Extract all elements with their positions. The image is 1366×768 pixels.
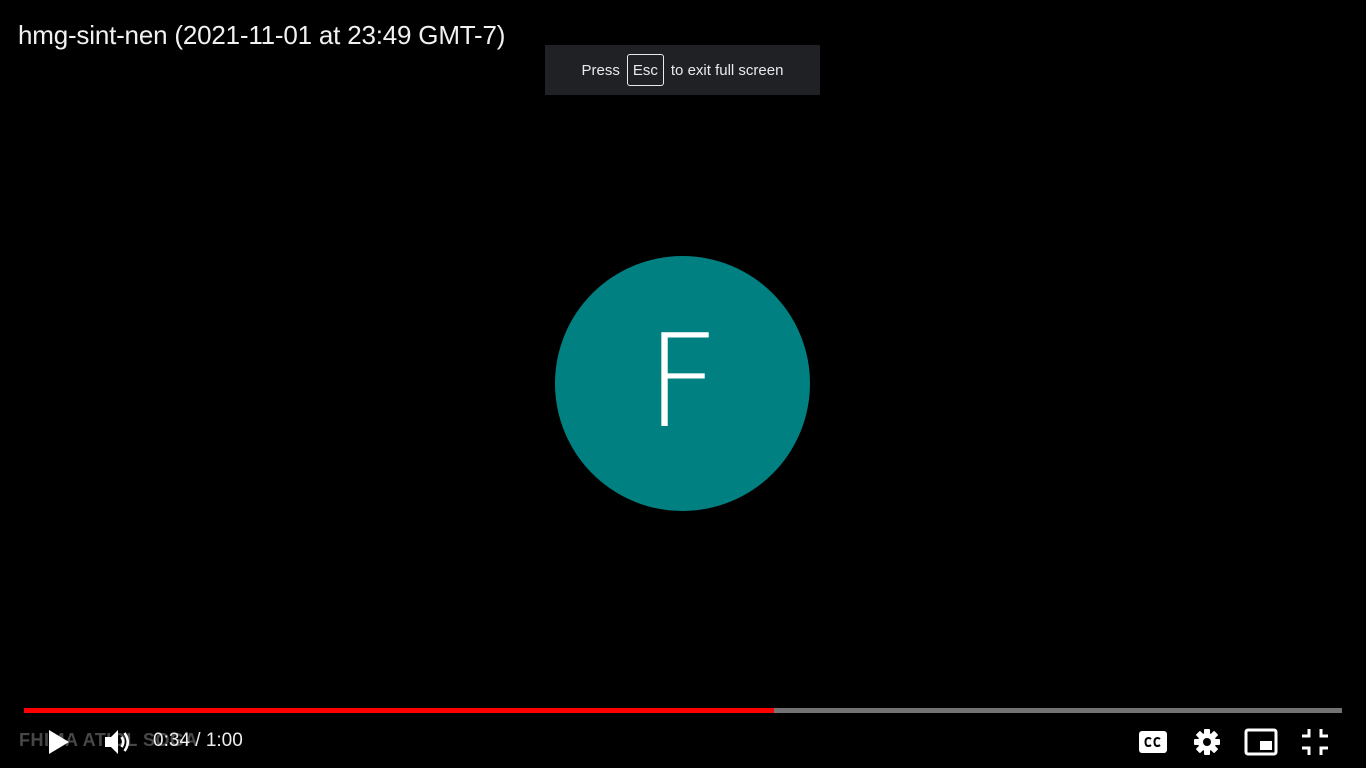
- esc-key-badge: Esc: [626, 54, 664, 86]
- play-button[interactable]: [39, 722, 79, 762]
- captions-button[interactable]: [1133, 722, 1173, 762]
- exit-fullscreen-icon: [1301, 728, 1329, 756]
- current-time: 0:34: [153, 730, 190, 751]
- volume-icon: [103, 728, 133, 756]
- player-controls: FHIMA ATIOL SOGA 0:34 / 1:00: [0, 718, 1366, 764]
- progress-played: [24, 708, 775, 713]
- avatar-letter: F: [645, 307, 720, 457]
- video-player[interactable]: hmg-sint-nen (2021-11-01 at 23:49 GMT-7)…: [0, 0, 1366, 768]
- fullscreen-notice: Press Esc to exit full screen: [545, 45, 820, 95]
- exit-fullscreen-button[interactable]: [1295, 722, 1335, 762]
- notice-press-text: Press: [581, 61, 620, 79]
- miniplayer-button[interactable]: [1241, 722, 1281, 762]
- progress-bar[interactable]: [24, 708, 1342, 713]
- video-title: hmg-sint-nen (2021-11-01 at 23:49 GMT-7): [18, 20, 506, 50]
- miniplayer-icon: [1244, 728, 1278, 756]
- time-display: 0:34 / 1:00: [153, 730, 243, 752]
- participant-avatar: F: [555, 256, 810, 511]
- time-separator: /: [195, 730, 201, 751]
- gear-icon: [1193, 728, 1221, 756]
- duration: 1:00: [205, 730, 243, 751]
- settings-button[interactable]: [1187, 722, 1227, 762]
- notice-suffix-text: to exit full screen: [670, 61, 784, 79]
- cc-icon: [1139, 731, 1167, 753]
- volume-button[interactable]: [98, 722, 138, 762]
- play-icon: [47, 729, 71, 755]
